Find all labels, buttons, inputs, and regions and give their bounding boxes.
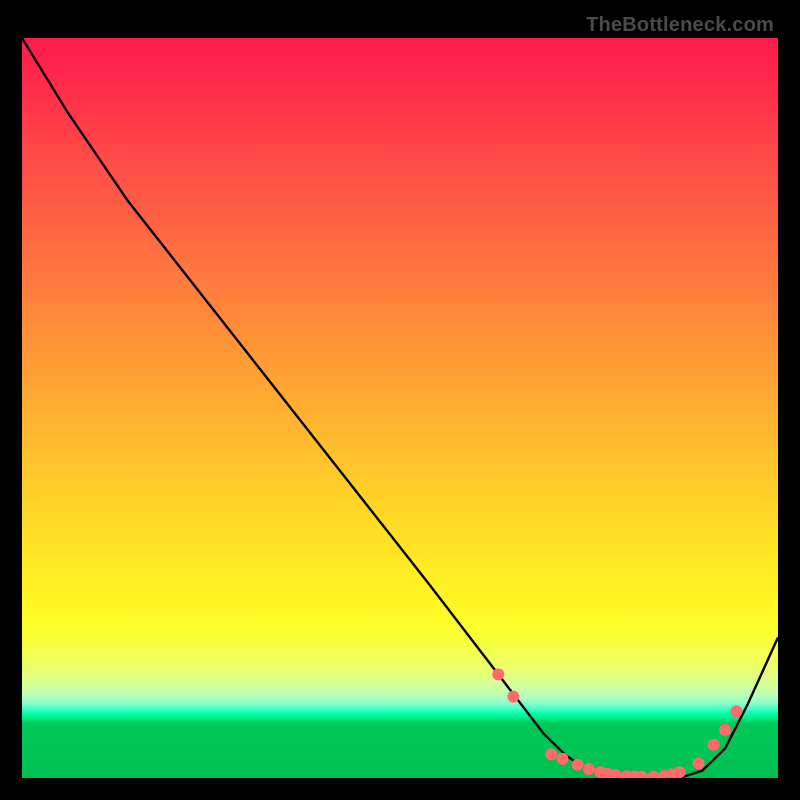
data-point [730, 705, 742, 717]
data-point [647, 771, 659, 779]
data-point [708, 739, 720, 751]
data-point [557, 753, 569, 765]
data-point [583, 763, 595, 775]
data-point [674, 766, 686, 778]
data-point [693, 757, 705, 769]
watermark-text: TheBottleneck.com [586, 14, 774, 37]
plot-area [22, 38, 778, 778]
data-markers [492, 668, 742, 778]
data-point [492, 668, 504, 680]
data-point [507, 691, 519, 703]
chart-frame: TheBottleneck.com [12, 12, 788, 788]
data-point [545, 748, 557, 760]
data-point [572, 759, 584, 771]
curve-layer [22, 38, 778, 778]
data-point [719, 724, 731, 736]
bottleneck-curve [22, 38, 778, 778]
